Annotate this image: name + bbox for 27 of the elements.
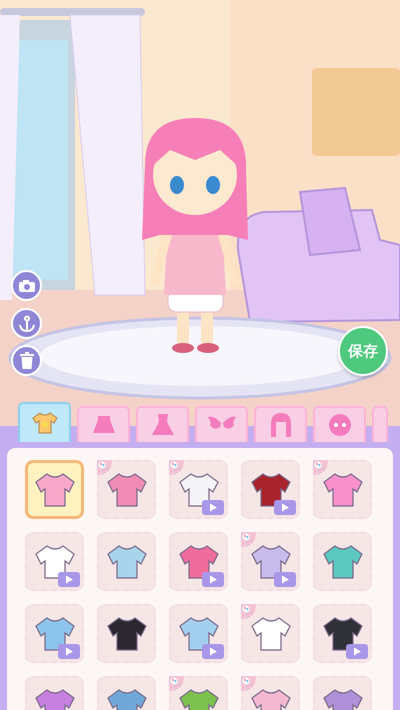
- anchor-icon: [18, 314, 36, 332]
- clothing-item[interactable]: [97, 604, 156, 663]
- palette-icon: [241, 532, 256, 547]
- face-icon: [328, 413, 352, 437]
- camera-icon: [18, 278, 36, 292]
- video-icon: [274, 500, 296, 515]
- trash-icon: [18, 352, 34, 370]
- palette-icon: [97, 460, 112, 475]
- category-tab[interactable]: [18, 402, 71, 442]
- hair-icon: [270, 412, 292, 438]
- skirt-icon: [92, 415, 116, 435]
- video-icon: [58, 644, 80, 659]
- palette-icon: [169, 460, 184, 475]
- video-icon: [346, 644, 368, 659]
- video-icon: [202, 500, 224, 515]
- t-shirt-icon: [32, 411, 58, 435]
- palette-icon: [241, 676, 256, 691]
- video-icon: [274, 572, 296, 587]
- palette-icon: [313, 460, 328, 475]
- video-icon: [202, 572, 224, 587]
- palette-icon: [241, 604, 256, 619]
- palette-icon: [169, 676, 184, 691]
- clothing-item[interactable]: [241, 460, 300, 519]
- video-icon: [202, 644, 224, 659]
- dress-icon: [150, 413, 174, 437]
- clothing-item[interactable]: [313, 604, 372, 663]
- video-icon: [58, 572, 80, 587]
